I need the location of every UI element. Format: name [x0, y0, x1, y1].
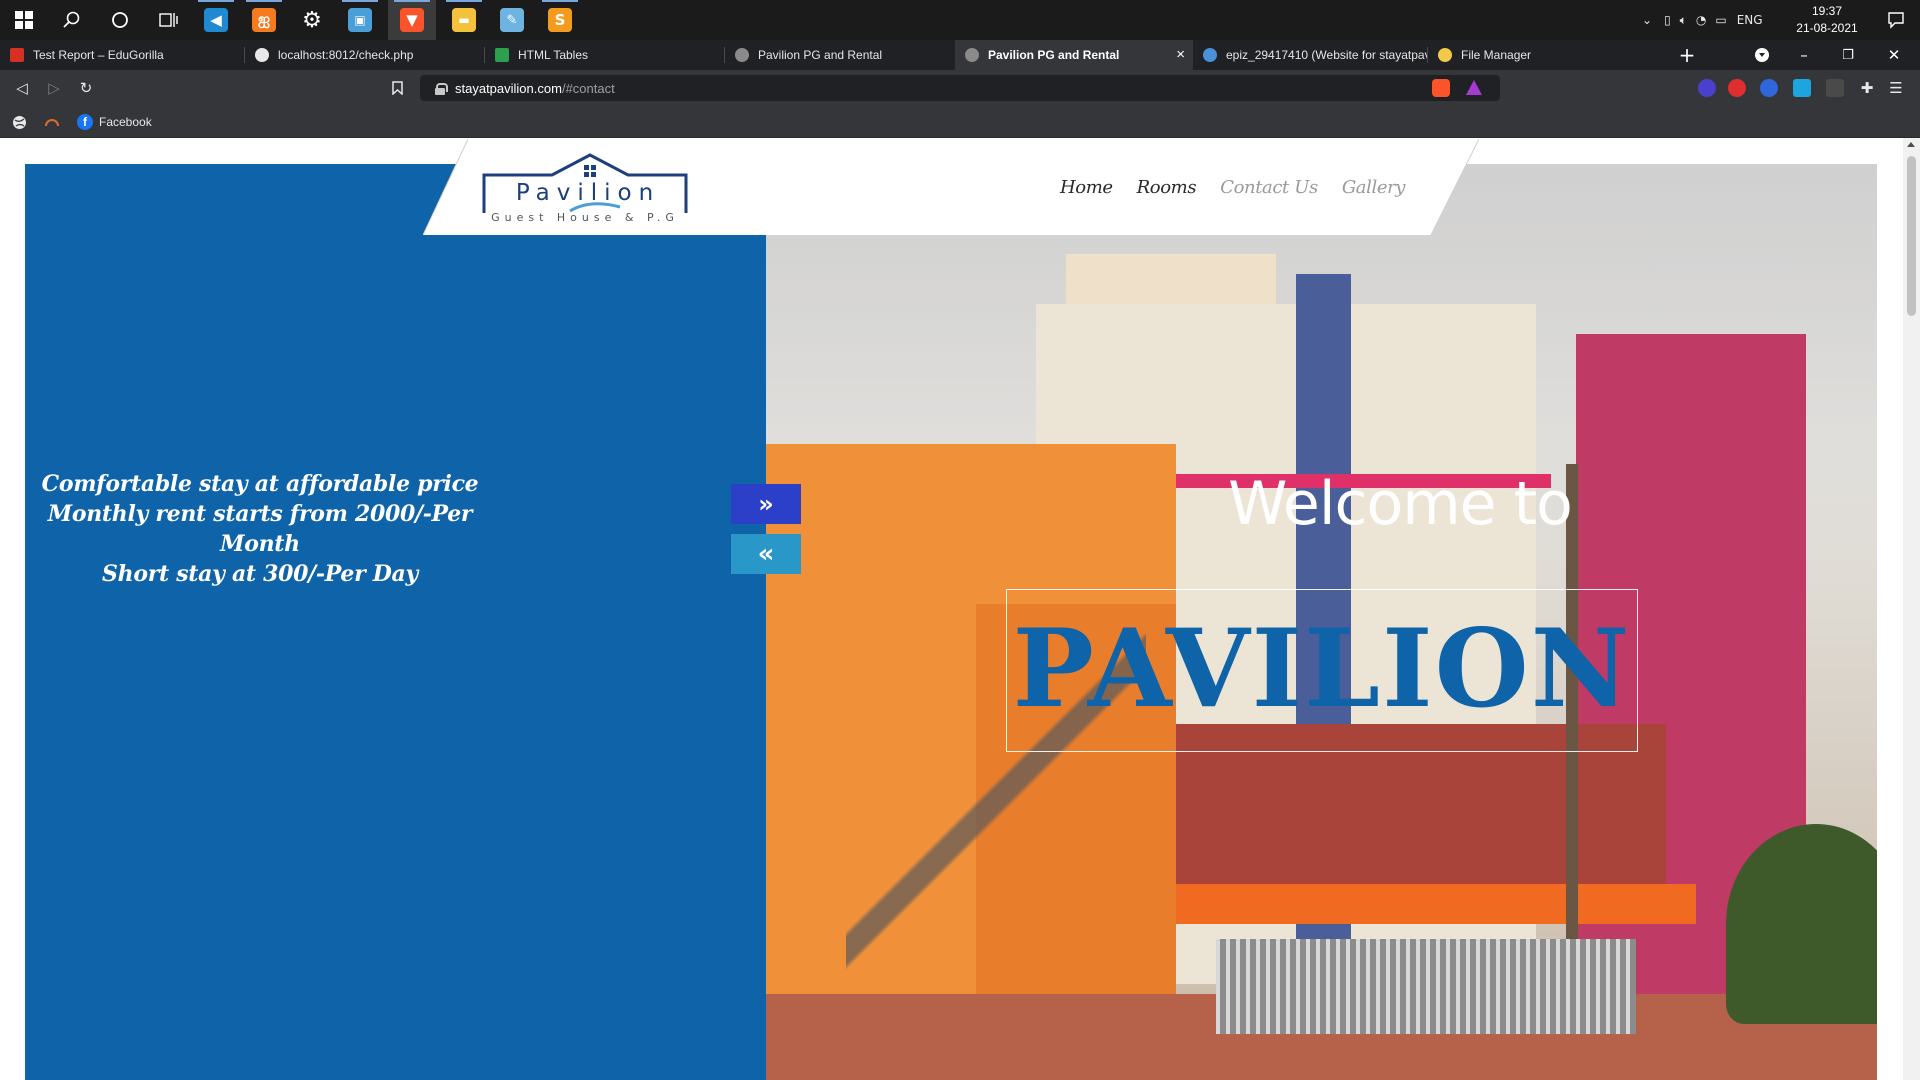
nav-contact-us[interactable]: Contact Us [1220, 177, 1318, 198]
logo-wordmark: Pavilion [515, 180, 661, 206]
chevron-up-icon[interactable]: ⌄ [1642, 13, 1652, 27]
windows-start-icon[interactable] [0, 0, 48, 40]
sublime-text-icon[interactable]: S [536, 0, 584, 40]
back-icon[interactable]: ◁ [10, 76, 34, 100]
clock-time: 19:37 [1811, 4, 1843, 18]
tab-favicon-icon [1203, 48, 1217, 62]
battery-icon[interactable]: ▭ [1715, 13, 1726, 27]
tab-search-icon[interactable] [1740, 40, 1784, 70]
tab-file-manager[interactable]: File Manager [1428, 40, 1660, 70]
reload-icon[interactable]: ↻ [74, 76, 98, 100]
privacy-extension-icon[interactable] [1760, 79, 1778, 97]
forward-icon[interactable]: ▷ [42, 76, 66, 100]
tab-title: File Manager [1461, 48, 1532, 62]
lock-icon[interactable] [435, 82, 448, 95]
cortana-icon[interactable] [96, 0, 144, 40]
nav-gallery[interactable]: Gallery [1342, 177, 1406, 198]
notifications-icon[interactable] [1872, 0, 1920, 40]
tab-pavilion-active[interactable]: Pavilion PG and Rental × [955, 40, 1193, 70]
double-chevron-right-icon: » [758, 490, 774, 518]
address-bar[interactable]: stayatpavilion.com/#contact [420, 75, 1500, 101]
vscode-icon[interactable]: ◀ [192, 0, 240, 40]
volume-icon[interactable]: 🔈︎ [1680, 13, 1687, 28]
url-host: stayatpavilion.com [455, 80, 562, 96]
double-chevron-left-icon: « [757, 539, 775, 569]
tagline-line: Short stay at 300/-Per Day [102, 561, 418, 587]
info-panel: Comfortable stay at affordable price Mon… [25, 164, 766, 1080]
bookmark-facebook[interactable]: f Facebook [77, 113, 152, 131]
taskbar-clock[interactable]: 19:37 21-08-2021 [1792, 3, 1862, 37]
url-path: /#contact [561, 80, 615, 96]
tagline: Comfortable stay at affordable price Mon… [25, 469, 495, 589]
minimize-button[interactable]: – [1782, 40, 1826, 70]
xampp-icon[interactable]: ஐ [240, 0, 288, 40]
search-icon[interactable] [48, 0, 96, 40]
nav-rooms[interactable]: Rooms [1137, 177, 1197, 198]
screenshot-extension-icon[interactable] [1826, 79, 1844, 97]
translate-extension-icon[interactable] [1793, 79, 1811, 97]
tab-localhost-check[interactable]: localhost:8012/check.php [245, 40, 485, 70]
tab-favicon-icon [1438, 48, 1452, 62]
battery-saver-icon[interactable]: ▯ [1664, 13, 1671, 27]
browser-tab-strip: Test Report – EduGorilla localhost:8012/… [0, 40, 1920, 70]
tagline-line: Monthly rent starts from 2000/-Per Month [47, 501, 473, 557]
restore-button[interactable]: ❐ [1826, 40, 1870, 70]
system-tray: ⌄ ▯ 🔈︎ ◔ ▭ ENG [1642, 0, 1763, 40]
brave-icon[interactable]: ▼ [388, 0, 436, 40]
rainbow-bookmark-icon[interactable] [44, 113, 60, 131]
windows-taskbar: ◀ ஐ ⚙ ▣ ▼ ▬ ✎ S ⌄ ▯ 🔈︎ ◔ ▭ ENG 19:37 21-… [0, 0, 1920, 40]
tagline-line: Comfortable stay at affordable price [41, 471, 479, 497]
notepad-icon[interactable]: ✎ [488, 0, 536, 40]
logo-subtitle: Guest House & P.G [491, 211, 679, 224]
tab-favicon-icon [255, 48, 269, 62]
close-tab-icon[interactable]: × [1176, 46, 1185, 63]
tab-title: Pavilion PG and Rental [988, 48, 1120, 62]
nav-home[interactable]: Home [1060, 177, 1113, 198]
page-scrollbar[interactable] [1903, 138, 1920, 1080]
nav-links: Home Rooms Contact Us Gallery [1060, 177, 1429, 198]
menu-icon[interactable]: ☰ [1884, 76, 1908, 100]
settings-gear-icon[interactable]: ⚙ [288, 0, 336, 40]
page-viewport: Comfortable stay at affordable price Mon… [0, 139, 1903, 1080]
tab-favicon-icon [735, 48, 749, 62]
close-window-button[interactable]: ✕ [1872, 40, 1916, 70]
bookmarks-bar: f Facebook [0, 106, 1920, 138]
site-logo[interactable]: Pavilion Guest House & P.G [480, 151, 690, 231]
wifi-icon[interactable]: ◔ [1696, 13, 1706, 27]
scroll-up-arrow-icon[interactable] [1907, 142, 1915, 147]
browser-toolbar: ◁ ▷ ↻ stayatpavilion.com/#contact ✚ ☰ [0, 70, 1920, 106]
bookmark-icon[interactable] [385, 76, 409, 100]
tab-title: Test Report – EduGorilla [33, 48, 164, 62]
bookmark-label: Facebook [99, 115, 152, 129]
tab-title: epiz_29417410 (Website for stayatpav [1226, 48, 1428, 62]
tab-pavilion-1[interactable]: Pavilion PG and Rental [725, 40, 955, 70]
remote-desktop-icon[interactable]: ▣ [336, 0, 384, 40]
globe-bookmark-icon[interactable] [12, 113, 27, 131]
tab-favicon-icon [495, 48, 509, 62]
wallet-extension-icon[interactable] [1698, 79, 1716, 97]
language-indicator[interactable]: ENG [1737, 13, 1763, 27]
tab-favicon-icon [10, 48, 24, 62]
hero-brand-text: PAVILION [1012, 606, 1632, 732]
tab-title: localhost:8012/check.php [278, 48, 414, 62]
extensions-puzzle-icon[interactable]: ✚ [1855, 76, 1879, 100]
tab-epiz-hosting[interactable]: epiz_29417410 (Website for stayatpav [1193, 40, 1428, 70]
tab-title: Pavilion PG and Rental [758, 48, 883, 62]
task-view-icon[interactable] [144, 0, 192, 40]
tab-html-tables[interactable]: HTML Tables [485, 40, 725, 70]
brave-rewards-icon[interactable] [1466, 80, 1482, 95]
clock-date: 21-08-2021 [1796, 21, 1858, 35]
tab-title: HTML Tables [518, 48, 589, 62]
slider-prev-button[interactable]: « [731, 534, 801, 574]
new-tab-button[interactable]: + [1665, 40, 1709, 70]
scrollbar-thumb[interactable] [1907, 156, 1916, 316]
file-explorer-icon[interactable]: ▬ [440, 0, 488, 40]
adblock-plus-icon[interactable] [1728, 79, 1746, 97]
tab-favicon-icon [965, 48, 979, 62]
hero-welcome-text: Welcome to [1228, 469, 1573, 539]
tab-test-report[interactable]: Test Report – EduGorilla [0, 40, 245, 70]
slider-next-button[interactable]: » [731, 484, 801, 524]
brave-shields-icon[interactable] [1432, 79, 1450, 97]
facebook-icon: f [77, 114, 93, 130]
